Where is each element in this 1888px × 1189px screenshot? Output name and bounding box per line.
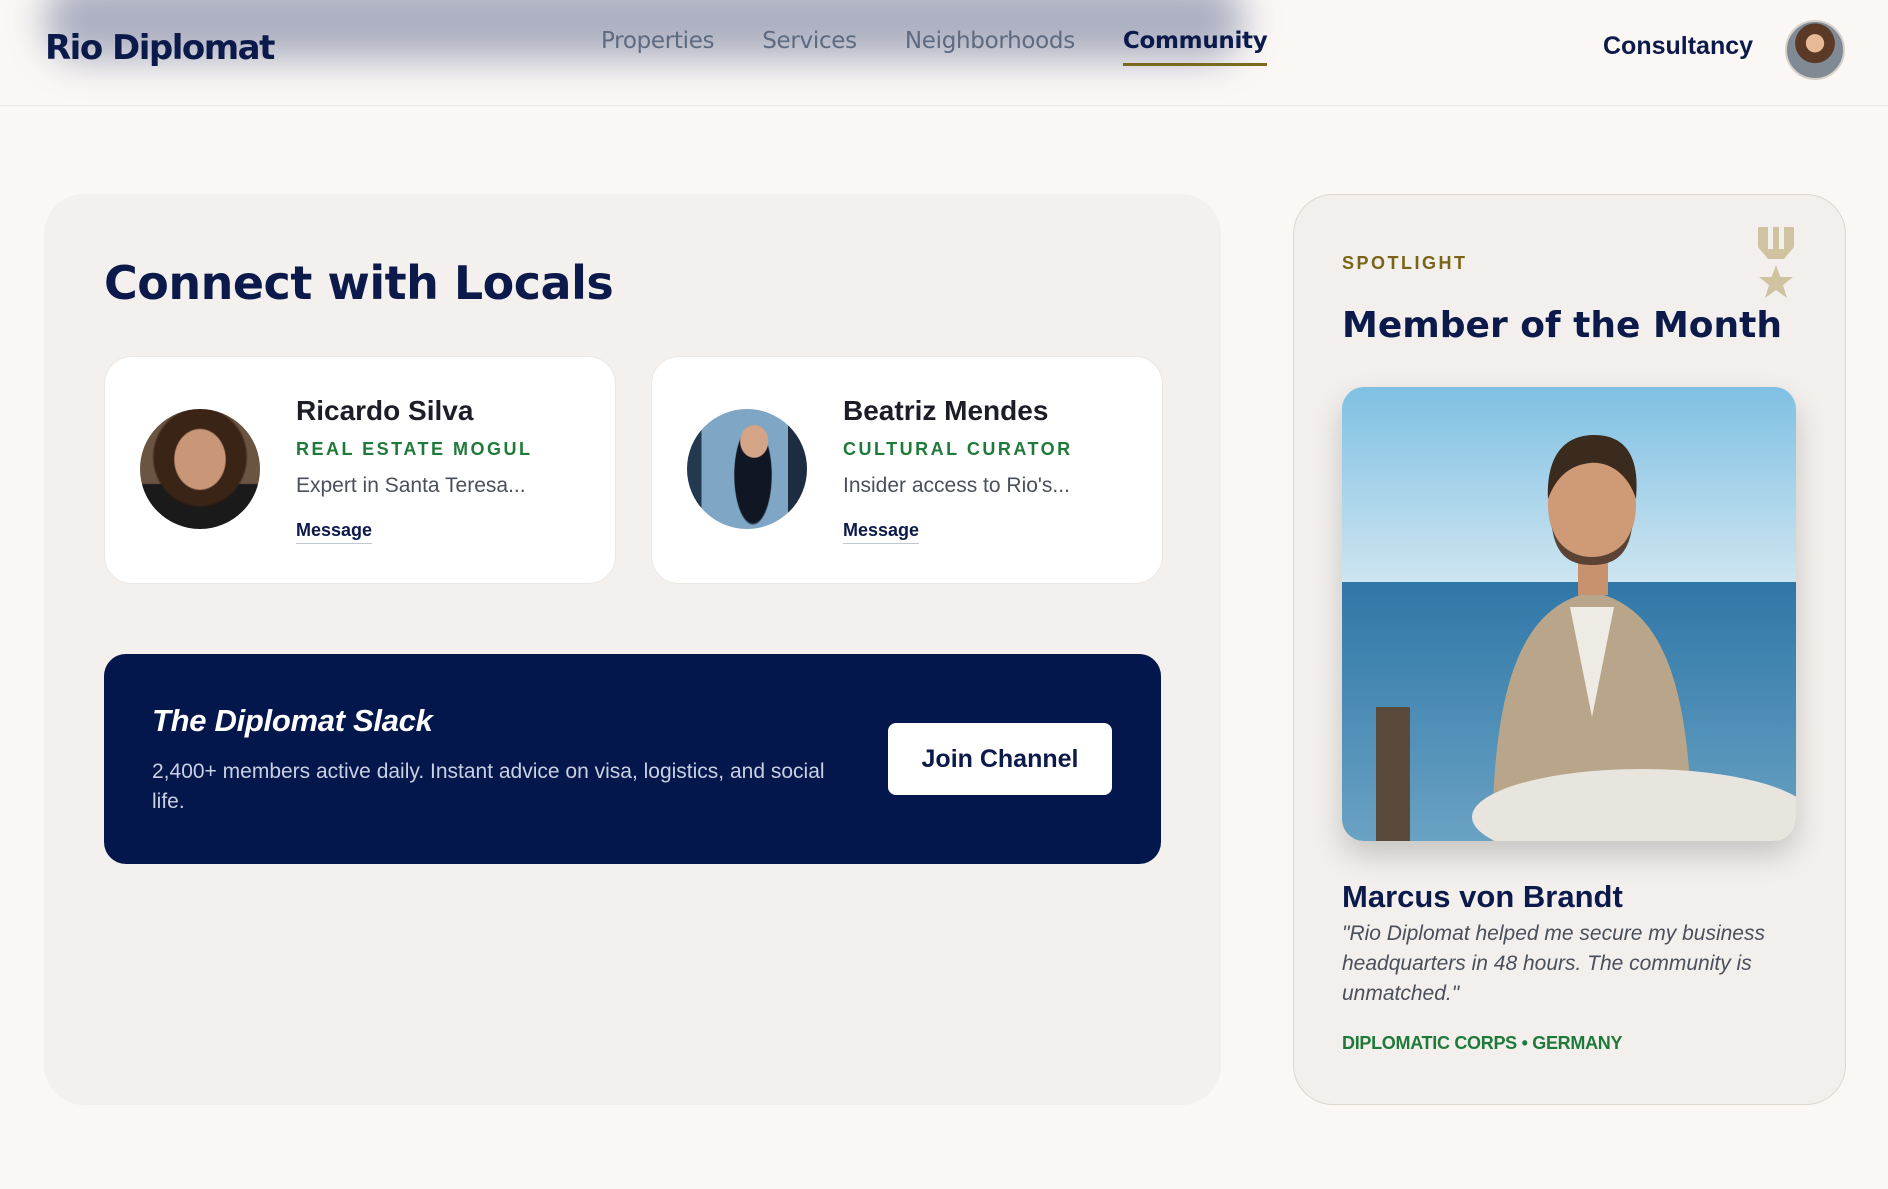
spotlight-panel: SPOTLIGHT Member of the Month Marcus von… [1293,194,1846,1105]
top-header: Rio Diplomat Properties Services Neighbo… [0,0,1888,106]
nav-properties[interactable]: Properties [601,28,715,66]
local-name: Beatriz Mendes [843,395,1049,426]
spotlight-title: Member of the Month [1342,305,1782,346]
local-card-beatriz: Beatriz Mendes CULTURAL CURATOR Insider … [651,356,1163,584]
message-button[interactable]: Message [296,520,373,544]
page-title: Connect with Locals [104,256,614,310]
nav-services[interactable]: Services [762,28,857,66]
member-name: Marcus von Brandt [1342,879,1623,914]
slack-banner: The Diplomat Slack 2,400+ members active… [104,654,1161,864]
member-quote: "Rio Diplomat helped me secure my busine… [1342,922,1765,1005]
slack-title: The Diplomat Slack [152,703,433,738]
slack-description: 2,400+ members active daily. Instant adv… [152,760,825,813]
join-channel-button[interactable]: Join Channel [888,723,1112,795]
main-nav: Properties Services Neighborhoods Commun… [601,28,1268,66]
user-avatar[interactable] [1785,20,1845,80]
member-meta: DIPLOMATIC CORPS • GERMANY [1342,1033,1623,1053]
nav-neighborhoods[interactable]: Neighborhoods [905,28,1075,66]
local-card-ricardo: Ricardo Silva REAL ESTATE MOGUL Expert i… [104,356,616,584]
local-name: Ricardo Silva [296,395,474,426]
local-description: Insider access to Rio's... [843,474,1070,497]
nav-community[interactable]: Community [1122,28,1268,66]
connect-panel: Connect with Locals Ricardo Silva REAL E… [44,194,1221,1105]
local-description: Expert in Santa Teresa... [296,474,526,497]
local-role: REAL ESTATE MOGUL [296,439,533,459]
member-photo [1342,387,1796,841]
avatar [687,409,807,529]
spotlight-kicker: SPOTLIGHT [1342,253,1468,273]
logo[interactable]: Rio Diplomat [45,28,275,68]
avatar [140,409,260,529]
message-button[interactable]: Message [843,520,920,544]
consultancy-link[interactable]: Consultancy [1603,32,1753,61]
medal-icon [1758,227,1794,298]
local-role: CULTURAL CURATOR [843,439,1073,459]
